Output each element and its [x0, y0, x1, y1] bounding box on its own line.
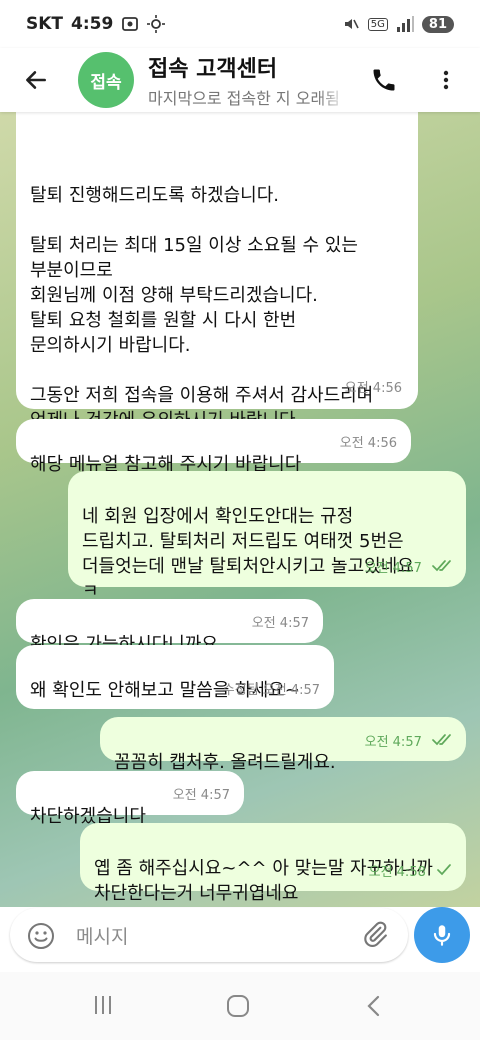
mute-icon — [344, 19, 359, 29]
message-list[interactable]: 탈퇴 진행해드리도록 하겠습니다. 탈퇴 처리는 최대 15일 이상 소요될 수… — [0, 112, 480, 907]
message-bubble[interactable]: 네 회원 입장에서 확인도안대는 규정 드립치고. 탈퇴처리 저드립도 여태껏 … — [68, 471, 466, 602]
message-bubble[interactable]: 탈퇴 진행해드리도록 하겠습니다. 탈퇴 처리는 최대 15일 이상 소요될 수… — [16, 112, 418, 431]
double-check-icon — [432, 734, 451, 746]
message-time: 오전 4:57 — [365, 556, 454, 581]
message-time: 오전 4:56 — [339, 436, 397, 451]
home-icon[interactable] — [226, 994, 250, 1018]
phone-icon — [373, 69, 395, 91]
message-time: 오전 4:56 — [344, 381, 402, 396]
recent-apps-icon[interactable] — [92, 994, 114, 1016]
brightness-icon — [147, 15, 166, 33]
message-bubble[interactable]: 해당 메뉴얼 참고해 주시기 바랍니다 오전 4:56 — [16, 419, 411, 475]
message-text: 네 회원 입장에서 확인도안대는 규정 드립치고. 탈퇴처리 저드립도 여태껏 … — [82, 506, 414, 602]
chat-title-block[interactable]: 접속 고객센터 마지막으로 접속한 지 오래됨 — [148, 51, 348, 109]
paperclip-icon — [364, 921, 387, 948]
emoji-button[interactable] — [26, 921, 56, 955]
message-time: 오전 4:58 — [369, 860, 452, 885]
message-time: 수정됨 오전 4:57 — [222, 683, 320, 698]
message-bubble[interactable]: 차단하겠습니다 오전 4:57 — [16, 771, 244, 827]
carrier-label: SKT — [26, 14, 64, 34]
arrow-left-icon — [26, 71, 46, 89]
last-seen-status: 마지막으로 접속한 지 오래됨 — [148, 89, 340, 108]
chat-header: 접속 접속 고객센터 마지막으로 접속한 지 오래됨 — [0, 48, 480, 112]
message-bubble[interactable]: 꼼꼼히 캡처후. 올려드릴게요. 오전 4:57 — [100, 717, 466, 773]
message-time: 오전 4:57 — [172, 788, 230, 803]
avatar[interactable]: 접속 — [78, 52, 134, 108]
message-composer[interactable]: 메시지 — [10, 908, 408, 962]
voice-record-button[interactable] — [414, 907, 470, 963]
status-bar: SKT 4:59 5G 81 — [0, 0, 480, 48]
emoji-icon — [28, 923, 54, 949]
attach-button[interactable] — [362, 920, 392, 954]
microphone-icon — [433, 925, 451, 946]
message-bubble[interactable]: 확인은 가능하시다니까요 오전 4:57 — [16, 599, 323, 655]
system-nav-bar — [0, 972, 480, 1040]
page-title: 접속 고객센터 — [148, 57, 278, 82]
more-menu-button[interactable] — [424, 58, 468, 102]
message-bubble[interactable]: 왜 확인도 안해보고 말씀을 하세요~ 수정됨 오전 4:57 — [16, 645, 334, 709]
clock: 4:59 — [71, 14, 114, 34]
network-badge: 5G — [367, 17, 388, 31]
more-vert-icon — [443, 70, 449, 90]
call-button[interactable] — [362, 58, 406, 102]
battery-level: 81 — [421, 15, 454, 33]
screenshot-icon — [122, 17, 139, 31]
message-input[interactable]: 메시지 — [76, 922, 128, 949]
check-icon — [437, 864, 451, 876]
back-nav-icon[interactable] — [364, 994, 382, 1018]
double-check-icon — [432, 560, 451, 572]
back-button[interactable] — [14, 58, 58, 102]
signal-icon — [396, 16, 414, 32]
message-bubble[interactable]: 옙 좀 해주십시요~^^ 아 맞는말 자꾸하니까 차단한다는거 너무귀엽네요 오… — [80, 823, 466, 904]
message-time: 오전 4:57 — [365, 730, 454, 755]
message-time: 오전 4:57 — [251, 616, 309, 631]
